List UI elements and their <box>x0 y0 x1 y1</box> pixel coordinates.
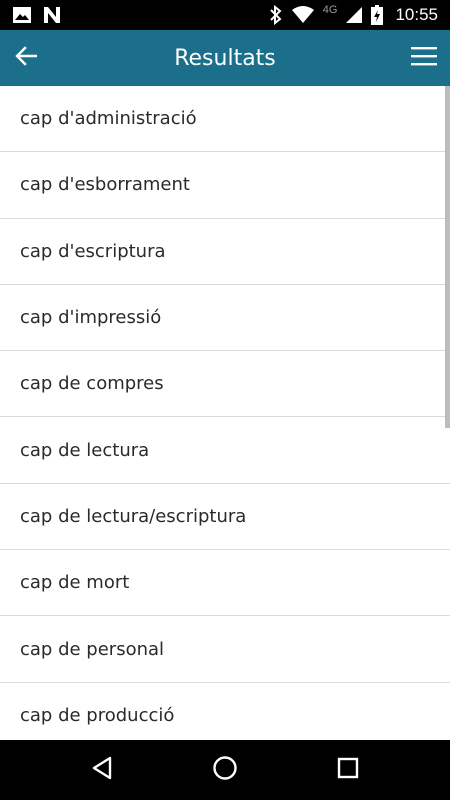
back-triangle-icon <box>91 756 113 784</box>
wifi-icon <box>291 6 315 24</box>
scrollbar[interactable] <box>445 86 450 428</box>
signal-icon <box>345 6 363 24</box>
arrow-left-icon <box>15 46 38 70</box>
list-item[interactable]: cap de mort <box>0 550 450 617</box>
status-bar: 4G 10:55 <box>0 0 450 30</box>
list-item[interactable]: cap de compres <box>0 351 450 418</box>
list-item[interactable]: cap de personal <box>0 616 450 683</box>
nav-recents-button[interactable] <box>324 746 372 794</box>
network-type-label: 4G <box>322 4 338 16</box>
back-button[interactable] <box>10 42 42 74</box>
navigation-bar <box>0 740 450 800</box>
list-item[interactable]: cap d'esborrament <box>0 152 450 219</box>
nav-back-button[interactable] <box>78 746 126 794</box>
nav-home-button[interactable] <box>201 746 249 794</box>
page-title: Resultats <box>174 45 276 71</box>
battery-charging-icon <box>371 5 384 25</box>
recents-square-icon <box>337 757 359 783</box>
results-list: cap d'administració cap d'esborrament ca… <box>0 86 450 740</box>
hamburger-menu-icon <box>411 46 437 70</box>
image-icon <box>12 6 32 24</box>
app-bar: Resultats <box>0 30 450 86</box>
list-item[interactable]: cap d'escriptura <box>0 219 450 285</box>
status-right: 4G 10:55 <box>269 4 438 25</box>
list-item[interactable]: cap de producció <box>0 683 450 740</box>
clock: 10:55 <box>395 5 438 24</box>
n-app-icon <box>42 6 62 24</box>
list-item[interactable]: cap d'impressió <box>0 285 450 352</box>
bluetooth-icon <box>269 5 283 25</box>
status-left <box>12 6 62 24</box>
menu-button[interactable] <box>408 42 440 74</box>
home-circle-icon <box>212 755 238 785</box>
list-item[interactable]: cap d'administració <box>0 86 450 153</box>
list-item[interactable]: cap de lectura/escriptura <box>0 484 450 551</box>
list-item[interactable]: cap de lectura <box>0 417 450 484</box>
